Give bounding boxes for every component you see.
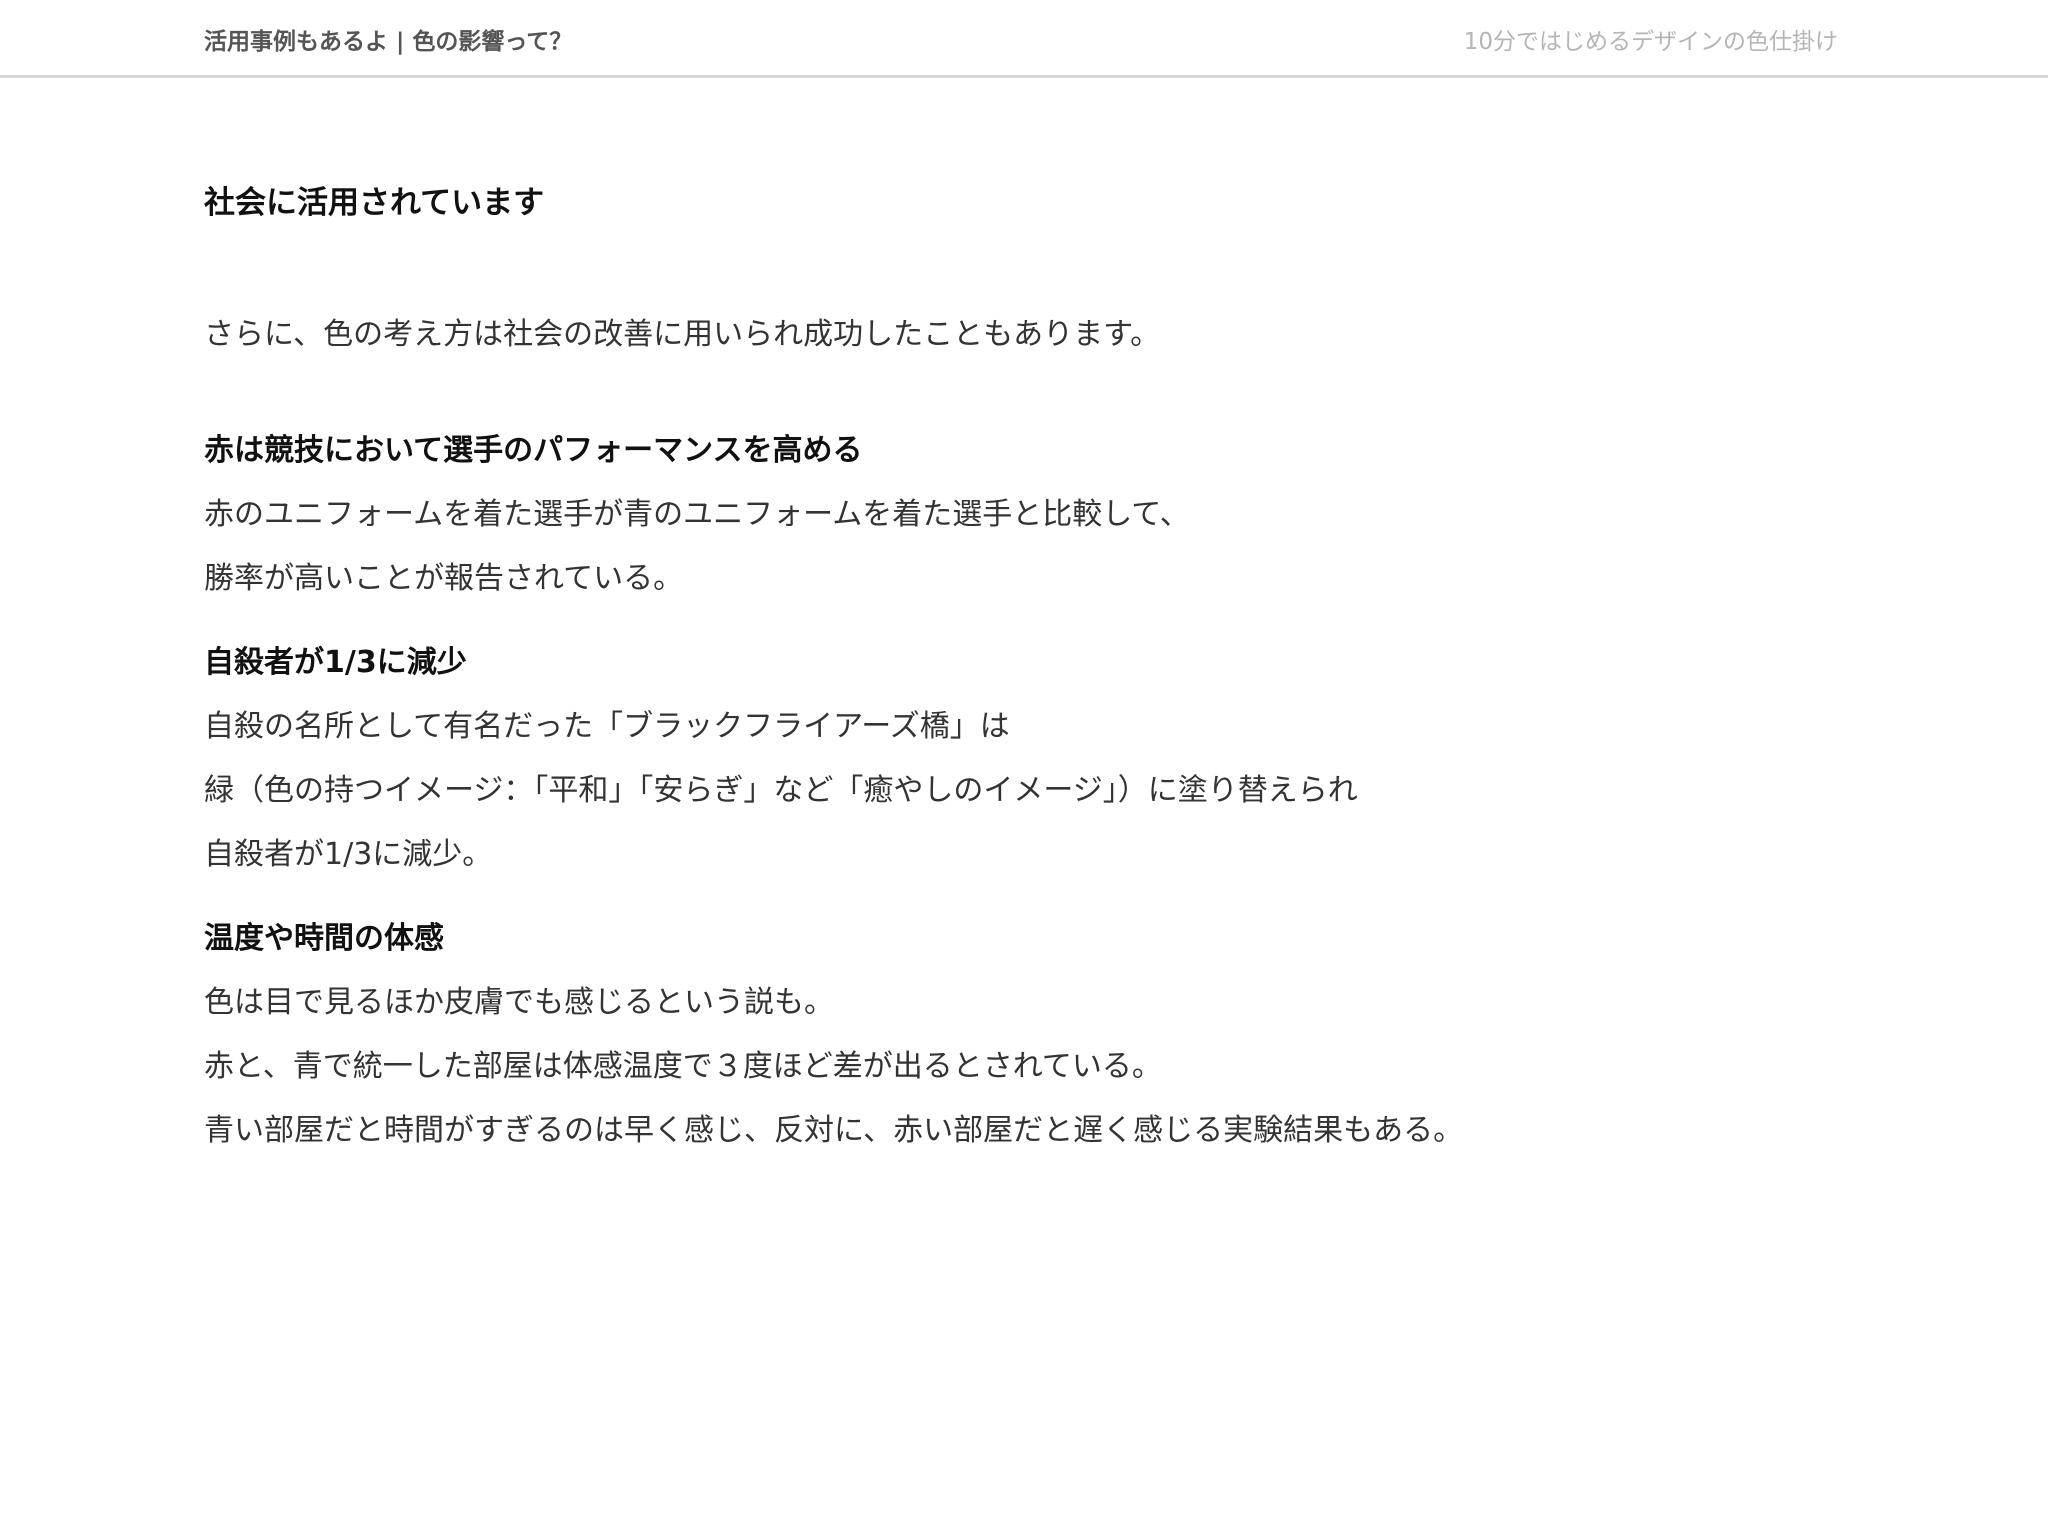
section-red-performance: 赤は競技において選手のパフォーマンスを高める 赤のユニフォームを着た選手が青のユ… [204, 428, 1844, 602]
section-text-line: 赤のユニフォームを着た選手が青のユニフォームを着た選手と比較して、 [204, 497, 1190, 532]
section-text-line: 青い部屋だと時間がすぎるのは早く感じ、反対に、赤い部屋だと遅く感じる実験結果もあ… [204, 1113, 1464, 1148]
section-heading: 赤は競技において選手のパフォーマンスを高める [204, 433, 863, 468]
intro-paragraph: さらに、色の考え方は社会の改善に用いられ成功したこともあります。 [204, 317, 1161, 352]
header-section-title: 活用事例もあるよ | 色の影響って？ [204, 29, 573, 55]
section-text-line: 自殺者が1/3に減少。 [204, 837, 493, 872]
section-text-line: 赤と、青で統一した部屋は体感温度で３度ほど差が出るとされている。 [204, 1049, 1162, 1084]
header-book-title: 10分ではじめるデザインの色仕掛け [1463, 29, 1838, 55]
section-temperature-time: 温度や時間の体感 色は目で見るほか皮膚でも感じるという説も。 赤と、青で統一した… [204, 916, 1844, 1154]
section-text-line: 緑（色の持つイメージ：「平和」「安らぎ」など「癒やしのイメージ」）に塗り替えられ [204, 773, 1358, 808]
section-heading: 温度や時間の体感 [204, 921, 444, 956]
page-title: 社会に活用されています [204, 185, 545, 221]
section-heading: 自殺者が1/3に減少 [204, 645, 467, 680]
main-content: 社会に活用されています さらに、色の考え方は社会の改善に用いられ成功したこともあ… [204, 180, 1844, 1192]
section-text-line: 自殺の名所として有名だった「ブラックフライアーズ橋」は [204, 709, 1010, 744]
page-header: 活用事例もあるよ | 色の影響って？ 10分ではじめるデザインの色仕掛け [0, 0, 2048, 78]
section-text-line: 色は目で見るほか皮膚でも感じるという説も。 [204, 985, 834, 1020]
section-suicide-reduction: 自殺者が1/3に減少 自殺の名所として有名だった「ブラックフライアーズ橋」は 緑… [204, 640, 1844, 878]
section-text-line: 勝率が高いことが報告されている。 [204, 561, 684, 596]
